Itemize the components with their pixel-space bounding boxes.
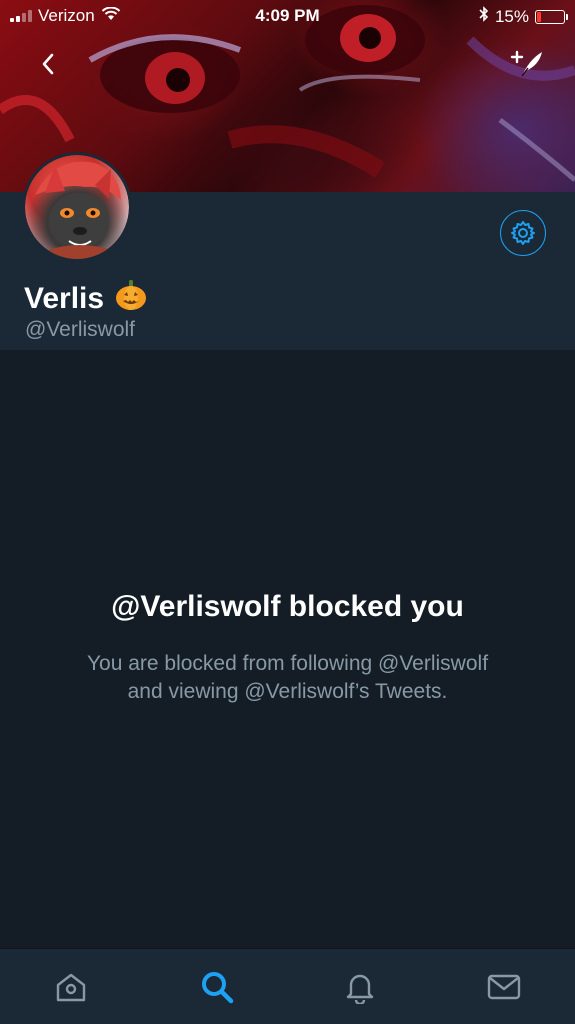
messages-icon bbox=[487, 974, 521, 1000]
avatar-image bbox=[25, 155, 129, 259]
blocked-message-line1: You are blocked from following @Verliswo… bbox=[86, 652, 489, 675]
tab-messages[interactable] bbox=[484, 967, 524, 1007]
display-name-text: Verlis bbox=[24, 282, 105, 315]
compose-tweet-icon bbox=[510, 50, 542, 77]
blocked-message: You are blocked from following @Verliswo… bbox=[40, 650, 535, 706]
battery-fill bbox=[537, 11, 541, 22]
status-bar: Verizon 4:09 PM 15% bbox=[0, 0, 575, 34]
settings-button[interactable] bbox=[500, 210, 546, 256]
tab-notifications[interactable] bbox=[340, 967, 380, 1007]
status-right: 15% bbox=[479, 6, 568, 27]
username: @Verliswolf bbox=[25, 318, 136, 341]
tab-bar bbox=[0, 948, 575, 1024]
blocked-message-line2: and viewing @Verliswolf’s Tweets. bbox=[127, 680, 448, 703]
gear-icon bbox=[511, 221, 535, 245]
tab-search[interactable] bbox=[197, 967, 237, 1007]
home-icon bbox=[56, 973, 86, 1002]
bluetooth-icon bbox=[479, 6, 489, 27]
notifications-icon bbox=[346, 974, 374, 1004]
blocked-title: @Verliswolf blocked you bbox=[111, 590, 464, 623]
compose-tweet-button[interactable] bbox=[509, 46, 545, 82]
avatar[interactable] bbox=[22, 152, 132, 262]
battery-percent: 15% bbox=[494, 6, 529, 26]
search-icon bbox=[202, 972, 234, 1004]
chevron-left-icon bbox=[42, 53, 54, 75]
profile-screen: Verizon 4:09 PM 15% Verlis @Verliswolf @… bbox=[0, 0, 575, 1024]
back-button[interactable] bbox=[30, 46, 66, 82]
battery-icon bbox=[535, 9, 568, 24]
pumpkin-emoji bbox=[114, 278, 148, 320]
display-name: Verlis bbox=[24, 278, 148, 320]
tab-home[interactable] bbox=[51, 967, 91, 1007]
